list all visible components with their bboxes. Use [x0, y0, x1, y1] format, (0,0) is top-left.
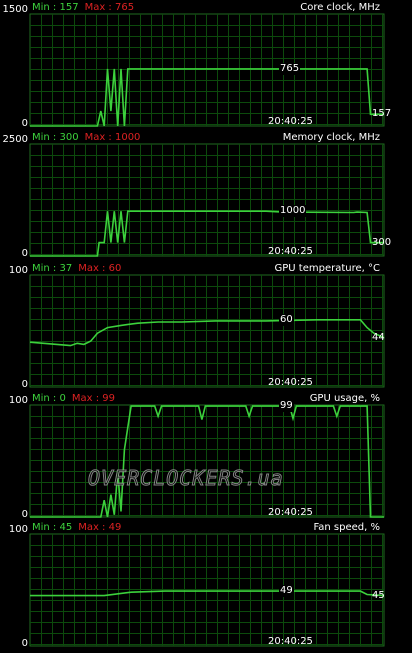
current-value-label: 300 — [372, 236, 392, 248]
peak-value-label: 60 — [279, 313, 294, 326]
graph-title: Fan speed, % — [313, 522, 380, 533]
timestamp-label: 20:40:25 — [268, 636, 313, 647]
fan-speed-graph: Min : 45 Max : 49 Fan speed, % 100 0 20:40:25… — [0, 520, 412, 650]
y-axis-max-label: 100 — [8, 524, 28, 535]
y-axis-max-label: 100 — [8, 265, 28, 276]
y-axis-min-label: 0 — [21, 118, 28, 129]
grid — [30, 144, 384, 256]
hardware-monitor: Min : 157 Max : 765 Core clock, MHz 1500 0 20… — [0, 0, 412, 653]
grid — [30, 275, 384, 387]
min-label: Min : 157 — [32, 2, 79, 13]
min-label: Min : 0 — [32, 393, 66, 404]
timestamp-label: 20:40:25 — [268, 116, 313, 127]
y-axis-min-label: 0 — [21, 638, 28, 649]
memory-clock-plot — [29, 143, 385, 257]
peak-value-label: 765 — [279, 62, 301, 75]
max-label: Max : 1000 — [84, 132, 141, 143]
memory-clock-graph: Min : 300 Max : 1000 Memory clock, MHz 2500… — [0, 130, 412, 260]
timestamp-label: 20:40:25 — [268, 507, 313, 518]
peak-value-label: 99 — [279, 400, 294, 413]
min-max-labels: Min : 157 Max : 765 — [32, 2, 134, 14]
y-axis-max-label: 1500 — [2, 4, 28, 15]
peak-value-label: 49 — [279, 585, 294, 598]
current-value-label: 45 — [372, 589, 385, 601]
graph-title: Memory clock, MHz — [282, 132, 380, 143]
gpu-temperature-plot — [29, 274, 385, 388]
peak-value-label: 1000 — [279, 205, 307, 218]
timestamp-label: 20:40:25 — [268, 377, 313, 388]
min-max-labels: Min : 37 Max : 60 — [32, 263, 121, 275]
graph-title: GPU usage, % — [309, 393, 380, 404]
watermark: OVERCLOCKERS.ua — [88, 466, 284, 491]
min-label: Min : 37 — [32, 263, 73, 274]
y-axis-min-label: 0 — [21, 379, 28, 390]
min-max-labels: Min : 45 Max : 49 — [32, 522, 121, 534]
grid — [30, 14, 384, 126]
y-axis-max-label: 2500 — [2, 134, 28, 145]
grid — [30, 534, 384, 646]
max-label: Max : 99 — [71, 393, 115, 404]
gpu-usage-graph: Min : 0 Max : 99 GPU usage, % 100 0 20:40:25 9… — [0, 391, 412, 521]
y-axis-max-label: 100 — [8, 395, 28, 406]
core-clock-graph: Min : 157 Max : 765 Core clock, MHz 1500 0 20… — [0, 0, 412, 130]
graph-title: Core clock, MHz — [300, 2, 380, 13]
min-max-labels: Min : 0 Max : 99 — [32, 393, 115, 405]
y-axis-min-label: 0 — [21, 248, 28, 259]
fan-speed-plot — [29, 533, 385, 647]
min-label: Min : 45 — [32, 522, 73, 533]
current-value-label: 157 — [372, 108, 392, 120]
gpu-usage-plot — [29, 404, 385, 518]
max-label: Max : 765 — [84, 2, 135, 13]
gpu-temperature-graph: Min : 37 Max : 60 GPU temperature, °C 100 0 2… — [0, 261, 412, 391]
max-label: Max : 60 — [78, 263, 122, 274]
core-clock-plot — [29, 13, 385, 127]
current-value-label: 44 — [372, 331, 385, 343]
min-label: Min : 300 — [32, 132, 79, 143]
timestamp-label: 20:40:25 — [268, 246, 313, 257]
min-max-labels: Min : 300 Max : 1000 — [32, 132, 140, 144]
graph-title: GPU temperature, °C — [274, 263, 380, 274]
max-label: Max : 49 — [78, 522, 122, 533]
grid — [30, 405, 384, 517]
